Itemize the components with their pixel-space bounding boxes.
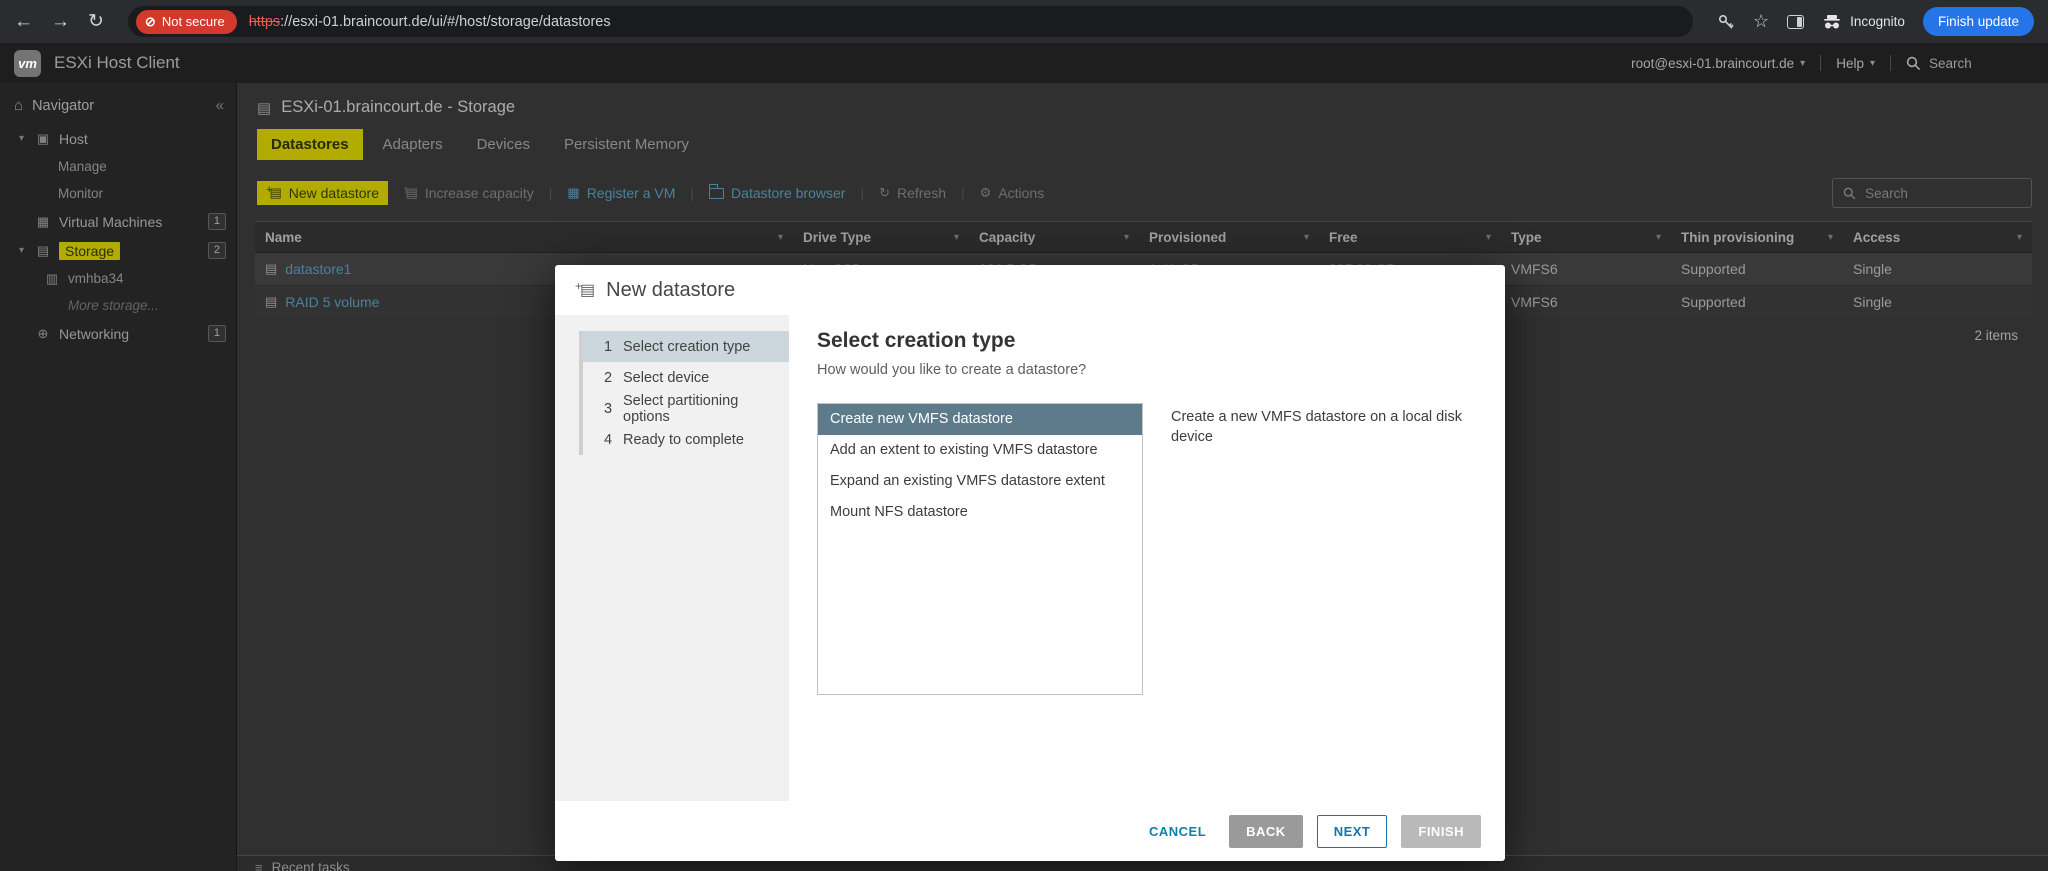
caret-icon: ▾ [1800, 57, 1806, 69]
reload-icon[interactable]: ↻ [88, 12, 104, 31]
app-title: ESXi Host Client [54, 53, 180, 72]
cancel-button[interactable]: CANCEL [1140, 815, 1215, 848]
url-scheme: https [248, 13, 281, 30]
help-menu-label: Help [1836, 55, 1864, 71]
screen: ← → ↻ ⊘ Not secure https://esxi-01.brain… [0, 0, 2048, 871]
finish-update-button[interactable]: Finish update [1922, 7, 2034, 36]
esxi-header: vm ESXi Host Client root@esxi-01.brainco… [0, 43, 2048, 83]
forward-icon[interactable]: → [51, 12, 70, 31]
divider [1890, 55, 1891, 71]
dialog-content: Select creation type How would you like … [789, 315, 1505, 801]
option-description: Create a new VMFS datastore on a local d… [1171, 409, 1462, 445]
incognito-label: Incognito [1850, 14, 1905, 29]
wizard-step-select-device[interactable]: 2 Select device [579, 362, 789, 393]
next-button[interactable]: NEXT [1316, 814, 1388, 848]
global-search-input[interactable] [1929, 55, 2034, 71]
vmware-logo: vm [14, 49, 41, 77]
wizard-step-select-partitioning-options[interactable]: 3 Select partitioning options [579, 393, 789, 425]
new-datastore-dialog: +▤ New datastore 1 Select creation type … [555, 265, 1505, 861]
divider [1820, 55, 1822, 71]
finish-button[interactable]: FINISH [1401, 814, 1481, 848]
user-menu[interactable]: root@esxi-01.braincourt.de ▾ [1631, 56, 1805, 71]
not-secure-label: Not secure [161, 14, 225, 29]
wizard-steps: 1 Select creation type 2 Select device 3… [555, 315, 789, 801]
option-add-extent[interactable]: Add an extent to existing VMFS datastore [818, 435, 1142, 466]
not-secure-icon: ⊘ [144, 13, 156, 29]
option-expand-extent[interactable]: Expand an existing VMFS datastore extent [818, 466, 1142, 497]
back-icon[interactable]: ← [14, 12, 33, 31]
wizard-step-ready-to-complete[interactable]: 4 Ready to complete [579, 424, 789, 455]
back-button[interactable]: BACK [1229, 814, 1303, 848]
user-menu-label: root@esxi-01.braincourt.de [1631, 55, 1795, 71]
option-mount-nfs[interactable]: Mount NFS datastore [818, 497, 1142, 528]
dialog-question: How would you like to create a datastore… [817, 362, 1087, 378]
browser-toolbar: ← → ↻ ⊘ Not secure https://esxi-01.brain… [0, 0, 2048, 43]
help-menu[interactable]: Help ▾ [1836, 56, 1875, 71]
dialog-title: New datastore [606, 278, 736, 301]
dialog-heading: Select creation type [817, 329, 1016, 352]
bookmark-star-icon[interactable]: ☆ [1753, 11, 1769, 32]
url-text: https://esxi-01.braincourt.de/ui/#/host/… [249, 14, 611, 30]
url-rest: ://esxi-01.braincourt.de/ui/#/host/stora… [280, 13, 611, 30]
dialog-footer: CANCEL BACK NEXT FINISH [555, 801, 1505, 861]
option-create-new-vmfs-datastore[interactable]: Create new VMFS datastore [818, 404, 1142, 435]
not-secure-chip[interactable]: ⊘ Not secure [135, 9, 237, 34]
new-datastore-icon: +▤ [575, 279, 596, 299]
creation-type-list: Create new VMFS datastore Add an extent … [817, 403, 1143, 695]
dialog-title-bar: +▤ New datastore [555, 265, 1505, 315]
password-key-icon[interactable] [1717, 13, 1735, 31]
search-icon [1906, 56, 1921, 70]
dialog-body: 1 Select creation type 2 Select device 3… [555, 315, 1505, 801]
wizard-step-select-creation-type[interactable]: 1 Select creation type [579, 331, 789, 362]
global-search[interactable] [1906, 55, 2034, 71]
incognito-badge: Incognito [1822, 14, 1905, 30]
incognito-icon [1824, 14, 1841, 28]
caret-icon: ▾ [1869, 57, 1875, 69]
address-bar[interactable]: ⊘ Not secure https://esxi-01.braincourt.… [127, 6, 1693, 37]
side-panel-icon[interactable] [1787, 14, 1805, 29]
